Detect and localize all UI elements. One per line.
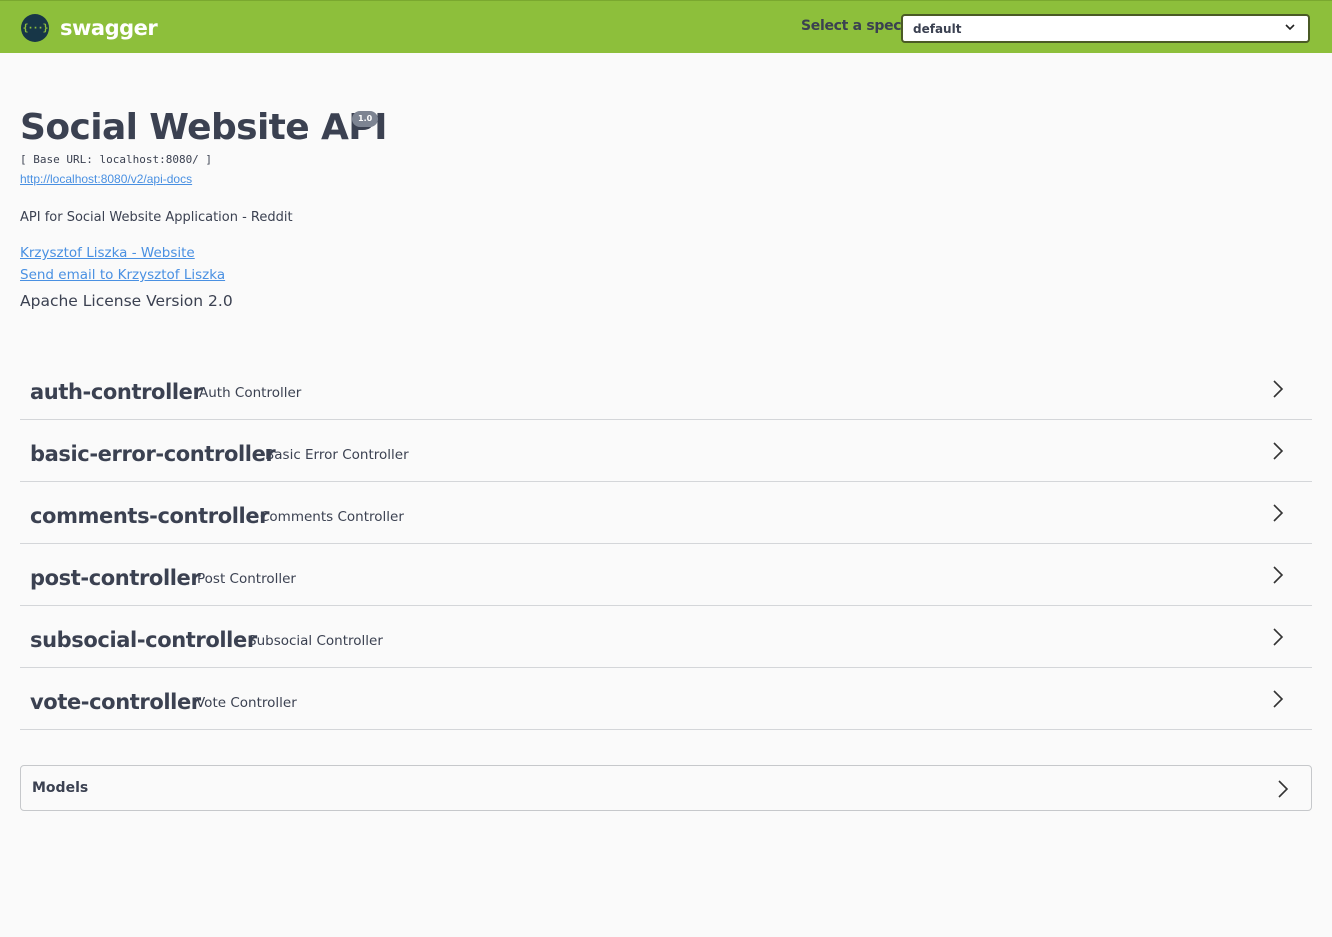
- chevron-right-icon: [1273, 566, 1284, 584]
- tag-auth-controller[interactable]: auth-controller Auth Controller: [20, 358, 1312, 420]
- tag-name: basic-error-controller: [30, 442, 276, 466]
- tag-name: subsocial-controller: [30, 628, 257, 652]
- swagger-logo-icon: {···}: [21, 14, 49, 42]
- chevron-down-icon: [1285, 24, 1295, 31]
- tag-description: Comments Controller: [260, 509, 404, 525]
- spec-select[interactable]: default: [901, 14, 1310, 43]
- models-section[interactable]: Models: [20, 765, 1312, 811]
- tag-name: comments-controller: [30, 504, 270, 528]
- tag-description: Auth Controller: [199, 385, 302, 401]
- api-docs-link[interactable]: http://localhost:8080/v2/api-docs: [20, 172, 192, 186]
- tag-post-controller[interactable]: post-controller Post Controller: [20, 544, 1312, 606]
- tag-subsocial-controller[interactable]: subsocial-controller Subsocial Controlle…: [20, 606, 1312, 668]
- page-title: Social Website API: [20, 107, 387, 148]
- tag-name: auth-controller: [30, 380, 203, 404]
- chevron-right-icon: [1273, 504, 1284, 522]
- chevron-right-icon: [1278, 780, 1289, 798]
- tag-description: Vote Controller: [196, 695, 297, 711]
- chevron-right-icon: [1273, 628, 1284, 646]
- tag-description: Subsocial Controller: [248, 633, 383, 649]
- license-text: Apache License Version 2.0: [20, 292, 233, 310]
- tag-vote-controller[interactable]: vote-controller Vote Controller: [20, 668, 1312, 730]
- tag-list: auth-controller Auth Controller basic-er…: [20, 358, 1312, 730]
- brand-link[interactable]: {···} swagger: [21, 14, 158, 42]
- models-label: Models: [32, 780, 89, 796]
- website-link[interactable]: Krzysztof Liszka - Website: [20, 245, 195, 261]
- tag-name: vote-controller: [30, 690, 201, 714]
- chevron-right-icon: [1273, 442, 1284, 460]
- version-badge: 1.0: [352, 111, 379, 127]
- tag-description: Post Controller: [197, 571, 296, 587]
- tag-name: post-controller: [30, 566, 201, 590]
- tag-basic-error-controller[interactable]: basic-error-controller Basic Error Contr…: [20, 420, 1312, 482]
- chevron-right-icon: [1273, 690, 1284, 708]
- spec-select-value: default: [913, 22, 962, 36]
- topbar: {···} swagger Select a spec default: [0, 0, 1332, 53]
- tag-description: Basic Error Controller: [265, 447, 409, 463]
- chevron-right-icon: [1273, 380, 1284, 398]
- spec-select-label: Select a spec: [801, 18, 902, 34]
- tag-comments-controller[interactable]: comments-controller Comments Controller: [20, 482, 1312, 544]
- brand-name: swagger: [60, 16, 158, 40]
- api-description: API for Social Website Application - Red…: [20, 210, 293, 225]
- base-url: [ Base URL: localhost:8080/ ]: [20, 153, 213, 166]
- email-link[interactable]: Send email to Krzysztof Liszka: [20, 267, 225, 283]
